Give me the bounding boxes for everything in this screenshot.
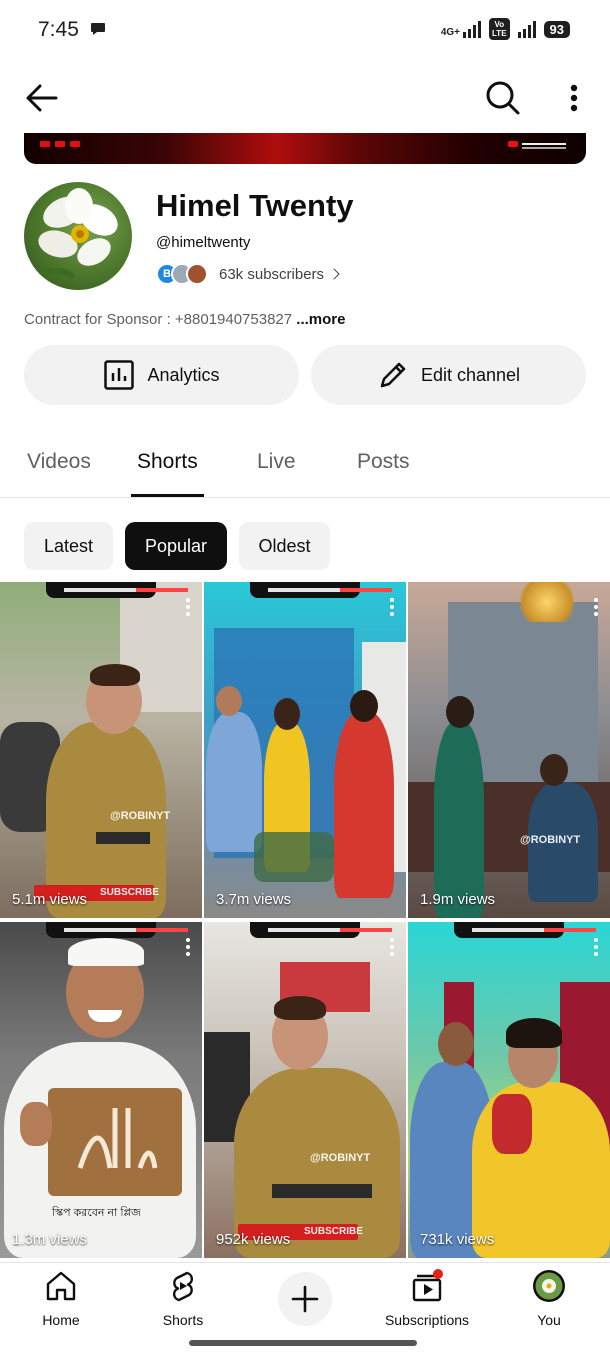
- channel-name: Himel Twenty: [156, 188, 354, 223]
- nav-subscriptions-label: Subscriptions: [384, 1312, 470, 1328]
- signal-1-icon: [463, 20, 482, 38]
- channel-description[interactable]: Contract for Sponsor : +8801940753827 ..…: [24, 311, 345, 328]
- chip-latest[interactable]: Latest: [24, 522, 113, 570]
- message-notification-icon: [91, 23, 105, 35]
- flower-avatar-image: [27, 188, 118, 285]
- view-count: 3.7m views: [216, 891, 292, 908]
- edit-channel-label: Edit channel: [420, 364, 521, 385]
- tab-live[interactable]: Live: [257, 450, 296, 474]
- more-vert-icon[interactable]: [186, 938, 190, 956]
- nav-you-label: You: [537, 1312, 561, 1328]
- pencil-icon: [380, 362, 406, 388]
- more-vert-icon[interactable]: [390, 938, 394, 956]
- description-text: Contract for Sponsor : +8801940753827: [24, 311, 293, 328]
- channel-handle: @himeltwenty: [156, 234, 251, 251]
- tab-posts[interactable]: Posts: [357, 450, 410, 474]
- nav-subscriptions[interactable]: Subscriptions: [372, 1269, 482, 1328]
- analytics-label: Analytics: [147, 364, 220, 385]
- network-type: 4G+: [440, 27, 461, 38]
- chip-oldest[interactable]: Oldest: [239, 522, 330, 570]
- more-vert-icon[interactable]: [560, 80, 588, 116]
- view-count: 1.3m views: [12, 1231, 88, 1248]
- network-indicator: 4G+: [440, 20, 482, 38]
- chip-popular[interactable]: Popular: [125, 522, 227, 570]
- shorts-icon: [172, 1271, 194, 1302]
- nav-home[interactable]: Home: [6, 1269, 116, 1328]
- more-link[interactable]: ...more: [296, 311, 345, 328]
- tab-videos[interactable]: Videos: [27, 450, 91, 474]
- analytics-button[interactable]: Analytics: [24, 345, 299, 405]
- create-plus-icon: [291, 1285, 319, 1313]
- watermark-text: @ROBINYT: [310, 1152, 371, 1164]
- watermark-text: @ROBINYT: [110, 810, 171, 822]
- active-tab-indicator: [131, 494, 204, 497]
- signal-2-icon: [517, 20, 536, 38]
- home-icon: [46, 1271, 76, 1301]
- watermark-text: @ROBINYT: [520, 834, 581, 846]
- you-avatar-icon: [533, 1270, 565, 1302]
- caption-banner: [46, 922, 156, 938]
- banner-social-icons: [40, 141, 80, 147]
- view-count: 5.1m views: [12, 891, 88, 908]
- caption-banner: [454, 922, 564, 938]
- search-icon[interactable]: [482, 78, 522, 118]
- notification-dot: [433, 1269, 443, 1279]
- skip-text: স্কিপ করবেন না প্লিজ: [52, 1207, 141, 1219]
- caption-banner: [250, 582, 360, 598]
- tab-shorts[interactable]: Shorts: [137, 450, 198, 474]
- home-gesture-bar[interactable]: [189, 1340, 417, 1346]
- subscriptions-icon: [412, 1269, 443, 1302]
- subscribers-row[interactable]: B 63k subscribers: [156, 261, 340, 287]
- short-tile[interactable]: 731k views: [408, 922, 610, 1258]
- calligraphy-symbol-icon: [77, 1108, 158, 1169]
- volte-badge: Vo LTE: [489, 18, 510, 40]
- nav-you[interactable]: You: [494, 1269, 604, 1328]
- subscriber-avatars: B: [156, 263, 208, 285]
- short-tile[interactable]: @ROBINYT 1.9m views: [408, 582, 610, 918]
- short-tile[interactable]: 3.7m views: [204, 582, 406, 918]
- shorts-grid: @ROBINYT SUBSCRIBE 5.1m views 3.7m views…: [0, 582, 610, 1258]
- more-vert-icon[interactable]: [186, 598, 190, 616]
- analytics-icon: [104, 360, 135, 390]
- edit-channel-button[interactable]: Edit channel: [311, 345, 586, 405]
- status-indicators: 4G+ Vo LTE 93: [441, 18, 570, 40]
- view-count: 952k views: [216, 1231, 291, 1248]
- caption-banner: [46, 582, 156, 598]
- more-vert-icon[interactable]: [390, 598, 394, 616]
- back-arrow-icon[interactable]: [22, 80, 60, 116]
- battery-indicator: 93: [543, 20, 570, 38]
- view-count: 1.9m views: [420, 891, 496, 908]
- short-tile[interactable]: স্কিপ করবেন না প্লিজ 1.3m views: [0, 922, 202, 1258]
- subscriber-count: 63k subscribers: [219, 265, 325, 283]
- chevron-right-icon: [328, 268, 340, 280]
- status-bar: 7:45 4G+ Vo LTE 93: [0, 0, 610, 60]
- channel-tabs: Videos Shorts Live Posts: [0, 430, 610, 498]
- status-time: 7:45: [38, 18, 79, 41]
- channel-avatar[interactable]: [24, 182, 132, 290]
- banner-subscribe-graphic: [508, 141, 566, 147]
- app-bar: [0, 66, 610, 128]
- subscribe-watermark: SUBSCRIBE: [100, 887, 159, 898]
- view-count: 731k views: [420, 1231, 495, 1248]
- caption-banner: [250, 922, 360, 938]
- channel-banner[interactable]: [24, 133, 586, 164]
- short-tile[interactable]: @ROBINYT SUBSCRIBE 5.1m views: [0, 582, 202, 918]
- subscriber-avatar: [186, 263, 208, 285]
- nav-shorts[interactable]: Shorts: [128, 1269, 238, 1328]
- subscribe-watermark: SUBSCRIBE: [304, 1226, 363, 1237]
- nav-home-label: Home: [42, 1312, 80, 1328]
- nav-shorts-label: Shorts: [162, 1312, 204, 1328]
- short-tile[interactable]: @ROBINYT SUBSCRIBE 952k views: [204, 922, 406, 1258]
- create-button[interactable]: [278, 1272, 332, 1326]
- more-vert-icon[interactable]: [594, 598, 598, 616]
- more-vert-icon[interactable]: [594, 938, 598, 956]
